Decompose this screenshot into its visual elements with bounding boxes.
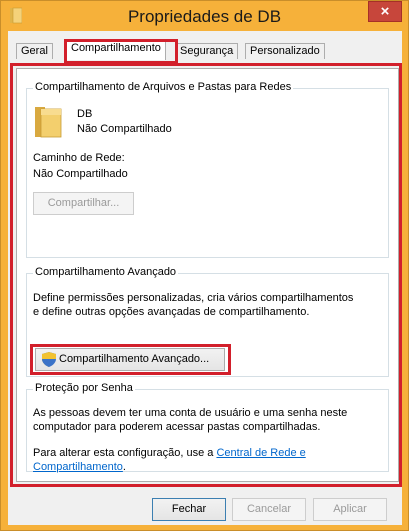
close-window-button[interactable]: ×	[368, 1, 402, 22]
close-button[interactable]: Fechar	[152, 498, 226, 521]
cancel-button[interactable]: Cancelar	[232, 498, 306, 521]
panel-highlight	[10, 63, 402, 487]
tab-seguranca[interactable]: Segurança	[175, 43, 239, 59]
title-bar[interactable]: Propriedades de DB ×	[1, 1, 408, 31]
apply-button[interactable]: Aplicar	[313, 498, 387, 521]
window-title: Propriedades de DB	[127, 7, 282, 26]
tab-personalizado[interactable]: Personalizado	[245, 43, 325, 59]
dialog-client: Geral Compartilhamento Segurança Persona…	[8, 31, 402, 525]
tab-highlight	[64, 39, 178, 64]
tab-geral[interactable]: Geral	[16, 43, 53, 59]
properties-window: Propriedades de DB × Geral Compartilhame…	[0, 0, 409, 531]
